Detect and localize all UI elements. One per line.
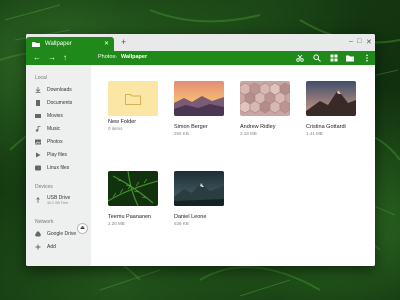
sidebar-item-downloads[interactable]: Downloads [35, 86, 72, 94]
usb-drive-free-space: 30.2 GB Free [47, 201, 69, 205]
tab-wallpaper[interactable]: Wallpaper ✕ [26, 37, 114, 51]
sunset-mountains-thumbnail [174, 81, 224, 116]
file-item-daniel-leone[interactable]: Daniel Leone 636 KB [174, 171, 224, 226]
sidebar-item-add[interactable]: Add [35, 243, 56, 251]
file-item-new-folder[interactable]: New Folder 0 items [108, 81, 158, 131]
cut-icon[interactable] [296, 54, 304, 62]
usb-icon [36, 197, 40, 203]
document-icon [36, 100, 40, 106]
grid-view-icon[interactable] [330, 54, 338, 62]
sidebar-item-music[interactable]: Music [35, 125, 60, 133]
file-name: Daniel Leone [174, 214, 207, 220]
new-folder-icon[interactable] [346, 54, 354, 62]
file-manager-window: Wallpaper ✕ + – □ ✕ ← → ↑ Photos › Wallp… [26, 34, 375, 266]
file-size: 0 items [108, 126, 123, 131]
tab-bar: Wallpaper ✕ + – □ ✕ [26, 34, 375, 51]
file-name: Cristina Gottardi [306, 124, 346, 130]
hexagon-tiles-thumbnail [239, 81, 291, 116]
fern-thumbnail [107, 170, 159, 207]
breadcrumb-wallpaper[interactable]: Wallpaper [121, 54, 147, 60]
up-button[interactable]: ↑ [63, 53, 67, 63]
sidebar-item-linux-files[interactable]: Linux files [35, 164, 69, 172]
sidebar-item-usb-drive[interactable]: USB Drive 30.2 GB Free [35, 193, 70, 207]
folder-icon [125, 93, 141, 105]
tab-title: Wallpaper [45, 41, 72, 47]
file-item-simon-berger[interactable]: Simon Berger 255 KB [174, 81, 224, 136]
download-icon [35, 87, 41, 93]
file-name: Simon Berger [174, 124, 208, 130]
file-size: 2.18 MB [240, 131, 257, 136]
back-button[interactable]: ← [33, 53, 41, 63]
file-name: Andrew Ridley [240, 124, 276, 130]
file-size: 1.41 MB [306, 131, 323, 136]
sidebar-item-label: Play files [47, 152, 68, 158]
file-name: Teemu Paananen [108, 214, 152, 220]
linux-files-icon [35, 165, 41, 171]
sidebar-item-documents[interactable]: Documents [35, 99, 72, 107]
plus-icon [35, 244, 41, 250]
file-name: New Folder [108, 119, 137, 125]
google-drive-icon [35, 231, 41, 237]
maximize-button[interactable]: □ [357, 38, 361, 45]
more-options-icon[interactable] [363, 54, 371, 62]
file-size: 255 KB [174, 131, 189, 136]
music-icon [35, 126, 41, 132]
photo-icon [35, 139, 41, 145]
breadcrumb-photos[interactable]: Photos [98, 54, 115, 60]
sidebar-item-label: Google Drive [47, 231, 77, 237]
file-item-andrew-ridley[interactable]: Andrew Ridley 2.18 MB [239, 81, 291, 136]
file-grid: New Folder 0 items Simon Berger 255 KB A… [91, 65, 375, 266]
file-size: 636 KB [174, 221, 189, 226]
sidebar-item-label: Music [47, 126, 61, 132]
sidebar-item-photos[interactable]: Photos [35, 138, 63, 146]
file-item-cristina-gottardi[interactable]: Cristina Gottardi 1.41 MB [306, 81, 356, 136]
dark-mountains-thumbnail [174, 171, 224, 206]
sidebar-item-label: Linux files [47, 165, 70, 171]
folder-thumbnail [108, 81, 158, 116]
sidebar-item-movies[interactable]: Movies [35, 112, 63, 120]
sidebar: Local Downloads Documents Movies Music P… [26, 65, 91, 266]
section-local: Local [35, 75, 47, 81]
movie-icon [35, 114, 41, 118]
file-item-teemu-paananen[interactable]: Teemu Paananen 2.20 MB [107, 170, 159, 226]
play-icon [36, 152, 41, 158]
sidebar-item-label: Movies [47, 113, 63, 119]
file-size: 2.20 MB [108, 221, 125, 226]
new-tab-button[interactable]: + [121, 37, 126, 47]
minimize-button[interactable]: – [349, 38, 353, 45]
section-devices: Devices [35, 184, 53, 190]
sidebar-item-google-drive[interactable]: Google Drive [35, 230, 76, 238]
eject-button[interactable]: ⏏ [77, 223, 88, 234]
breadcrumb-separator: › [115, 54, 117, 60]
search-icon[interactable] [313, 54, 321, 62]
sidebar-item-label: Downloads [47, 87, 72, 93]
sidebar-item-label: Photos [47, 139, 63, 145]
forward-button[interactable]: → [48, 53, 56, 63]
mountain-peak-thumbnail [306, 81, 356, 116]
folder-icon [32, 42, 40, 47]
close-window-button[interactable]: ✕ [366, 38, 372, 46]
sidebar-item-label: Documents [47, 100, 73, 106]
section-network: Network [35, 219, 54, 225]
close-tab-icon[interactable]: ✕ [104, 40, 109, 47]
sidebar-item-play-files[interactable]: Play files [35, 151, 67, 159]
toolbar: ← → ↑ Photos › Wallpaper [26, 51, 375, 65]
sidebar-item-label: Add [47, 244, 56, 250]
